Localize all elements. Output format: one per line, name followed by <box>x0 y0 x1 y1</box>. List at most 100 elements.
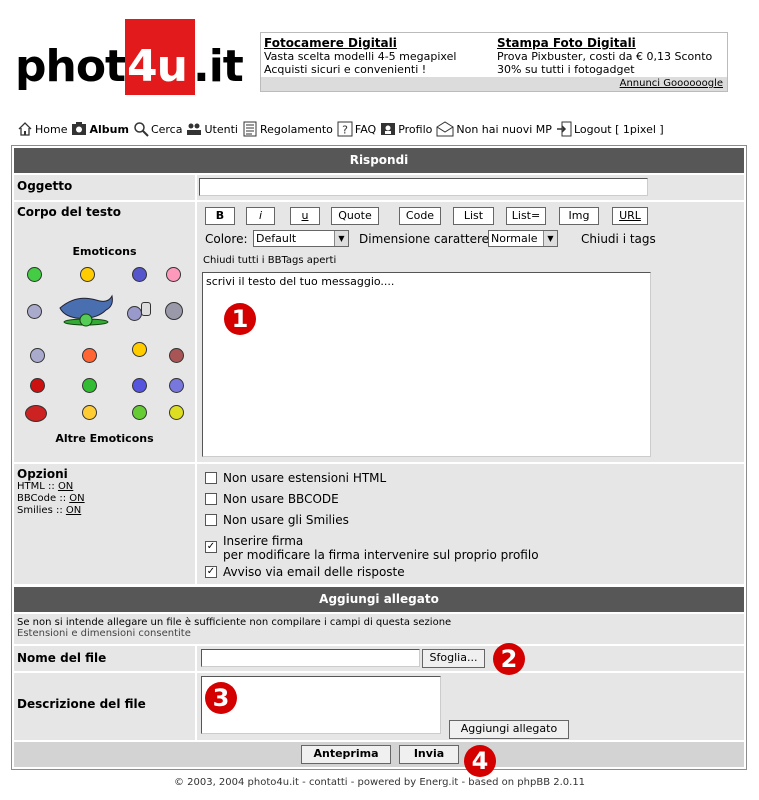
evil-icon[interactable] <box>25 405 47 422</box>
option-notify[interactable]: ✓ Avviso via email delle risposte <box>205 565 405 579</box>
message-textarea[interactable]: scrivi il testo del tuo messaggio.... <box>202 272 651 457</box>
happy-icon[interactable] <box>82 378 97 393</box>
option-label: Non usare gli Smilies <box>223 513 349 527</box>
neutral-icon[interactable] <box>132 342 147 357</box>
rolleyes-icon[interactable] <box>169 378 184 393</box>
ordered-list-button[interactable]: List= <box>506 207 546 225</box>
nav-home[interactable]: Home <box>17 121 67 137</box>
nav-messages[interactable]: Non hai nuovi MP <box>436 121 552 137</box>
bold-button[interactable]: B <box>205 207 235 225</box>
option-note: per modificare la firma intervenire sul … <box>223 548 539 562</box>
thumbsup-icon[interactable] <box>127 306 142 321</box>
angry-icon[interactable] <box>82 348 97 363</box>
checkbox-checked[interactable]: ✓ <box>205 566 217 578</box>
nav-faq[interactable]: ? FAQ <box>337 121 376 137</box>
eek-icon[interactable] <box>132 378 147 393</box>
nav-label: FAQ <box>354 122 377 136</box>
color-select[interactable]: Default ▼ <box>253 230 349 247</box>
profile-icon <box>381 123 396 135</box>
checkbox[interactable] <box>205 514 217 526</box>
options-label: Opzioni <box>17 467 68 481</box>
option-disable-bbcode[interactable]: Non usare BBCODE <box>205 492 339 506</box>
option-label: Avviso via email delle risposte <box>223 565 405 579</box>
checkbox-checked[interactable]: ✓ <box>205 541 217 553</box>
nav-users[interactable]: Utenti <box>186 121 238 137</box>
underline-button[interactable]: u <box>290 207 320 225</box>
image-button[interactable]: Img <box>559 207 599 225</box>
main-nav: Home Album Cerca Utenti Regolamento ? FA… <box>17 119 668 139</box>
attach-note-cell: Se non si intende allegare un file è suf… <box>14 614 744 644</box>
close-tags-link[interactable]: Chiudi i tags <box>581 232 656 246</box>
option-signature[interactable]: ✓ Inserire firma per modificare la firma… <box>205 534 539 562</box>
nav-profile[interactable]: Profilo <box>380 121 432 137</box>
footer-energ-link[interactable]: Energ.it <box>419 777 458 788</box>
nav-album[interactable]: Album <box>71 121 129 137</box>
bbcode-status-link[interactable]: ON <box>69 493 84 504</box>
quote-button[interactable]: Quote <box>331 207 379 225</box>
sick-icon[interactable] <box>132 405 147 420</box>
file-path-input[interactable] <box>201 649 420 667</box>
smilies-status-link[interactable]: ON <box>66 505 81 516</box>
reply-form: Rispondi Oggetto Corpo del testo Emotico… <box>11 145 747 770</box>
nav-search[interactable]: Cerca <box>133 121 182 137</box>
actions-cell: Anteprima Invia <box>14 742 744 767</box>
ad-title-prints[interactable]: Stampa Foto Digitali <box>497 37 712 50</box>
grin-icon[interactable] <box>80 267 95 282</box>
nav-rules[interactable]: Regolamento <box>242 121 333 137</box>
close-all-tags-link[interactable]: Chiudi tutti i BBTags aperti <box>203 255 336 266</box>
marker-badge-3: 3 <box>205 682 237 714</box>
ad-text: Acquisti sicuri e convenienti ! <box>264 63 427 76</box>
code-button[interactable]: Code <box>399 207 441 225</box>
logo-text-right: .it <box>193 41 244 92</box>
option-disable-html[interactable]: Non usare estensioni HTML <box>205 471 386 485</box>
devil-icon[interactable] <box>165 302 183 320</box>
laugh-icon[interactable] <box>82 405 97 420</box>
option-disable-smilies[interactable]: Non usare gli Smilies <box>205 513 349 527</box>
option-label: Non usare BBCODE <box>223 492 339 506</box>
checkbox[interactable] <box>205 493 217 505</box>
filename-label: Nome del file <box>17 651 107 665</box>
users-icon <box>187 123 202 135</box>
mad-icon[interactable] <box>30 378 45 393</box>
browse-button[interactable]: Sfoglia... <box>422 649 485 668</box>
html-status-link[interactable]: ON <box>58 481 73 492</box>
attach-extensions-link[interactable]: Estensioni e dimensioni consentite <box>17 628 741 639</box>
smile-icon[interactable] <box>27 267 42 282</box>
add-attachment-button[interactable]: Aggiungi allegato <box>449 720 569 739</box>
size-select[interactable]: Normale ▼ <box>488 230 558 247</box>
list-button[interactable]: List <box>453 207 494 225</box>
checkbox[interactable] <box>205 472 217 484</box>
pig-icon[interactable] <box>166 267 181 282</box>
nav-label: Utenti <box>204 122 238 136</box>
chevron-down-icon: ▼ <box>334 231 348 246</box>
wink-icon[interactable] <box>30 348 45 363</box>
ad-banner[interactable]: Fotocamere Digitali Vasta scelta modelli… <box>260 32 728 92</box>
ad-footer-link[interactable]: Annunci Goooooogle <box>261 77 727 91</box>
subject-input[interactable] <box>199 178 648 196</box>
footer-phpbb-link[interactable]: phpBB <box>517 777 550 788</box>
confused-icon[interactable] <box>27 304 42 319</box>
cool-icon[interactable] <box>169 405 184 420</box>
file-description-textarea[interactable] <box>201 676 441 734</box>
more-emoticons-link[interactable]: Altre Emoticons <box>14 432 195 445</box>
preview-button[interactable]: Anteprima <box>301 745 391 764</box>
ad-column-prints[interactable]: Stampa Foto Digitali Prova Pixbuster, co… <box>497 37 712 77</box>
ad-title-cameras[interactable]: Fotocamere Digitali <box>264 37 456 50</box>
submit-button[interactable]: Invia <box>399 745 459 764</box>
surprised-icon[interactable] <box>169 348 184 363</box>
html-status-label: HTML :: <box>17 481 55 492</box>
ad-column-cameras[interactable]: Fotocamere Digitali Vasta scelta modelli… <box>264 37 456 77</box>
bbcode-status-label: BBCode :: <box>17 493 67 504</box>
envelope-icon <box>436 121 454 137</box>
footer-text: - powered by <box>347 777 420 788</box>
url-button[interactable]: URL <box>612 207 648 225</box>
italic-button[interactable]: i <box>246 207 275 225</box>
sad-icon[interactable] <box>132 267 147 282</box>
footer-contacts-link[interactable]: contatti <box>309 777 348 788</box>
whale-icon[interactable] <box>56 290 116 328</box>
question-icon: ? <box>337 121 353 137</box>
nav-logout[interactable]: Logout [ 1pixel ] <box>556 121 664 137</box>
description-label-cell: Descrizione del file <box>14 673 195 740</box>
size-select-value: Normale <box>491 232 538 245</box>
nav-label: Profilo <box>398 122 433 136</box>
